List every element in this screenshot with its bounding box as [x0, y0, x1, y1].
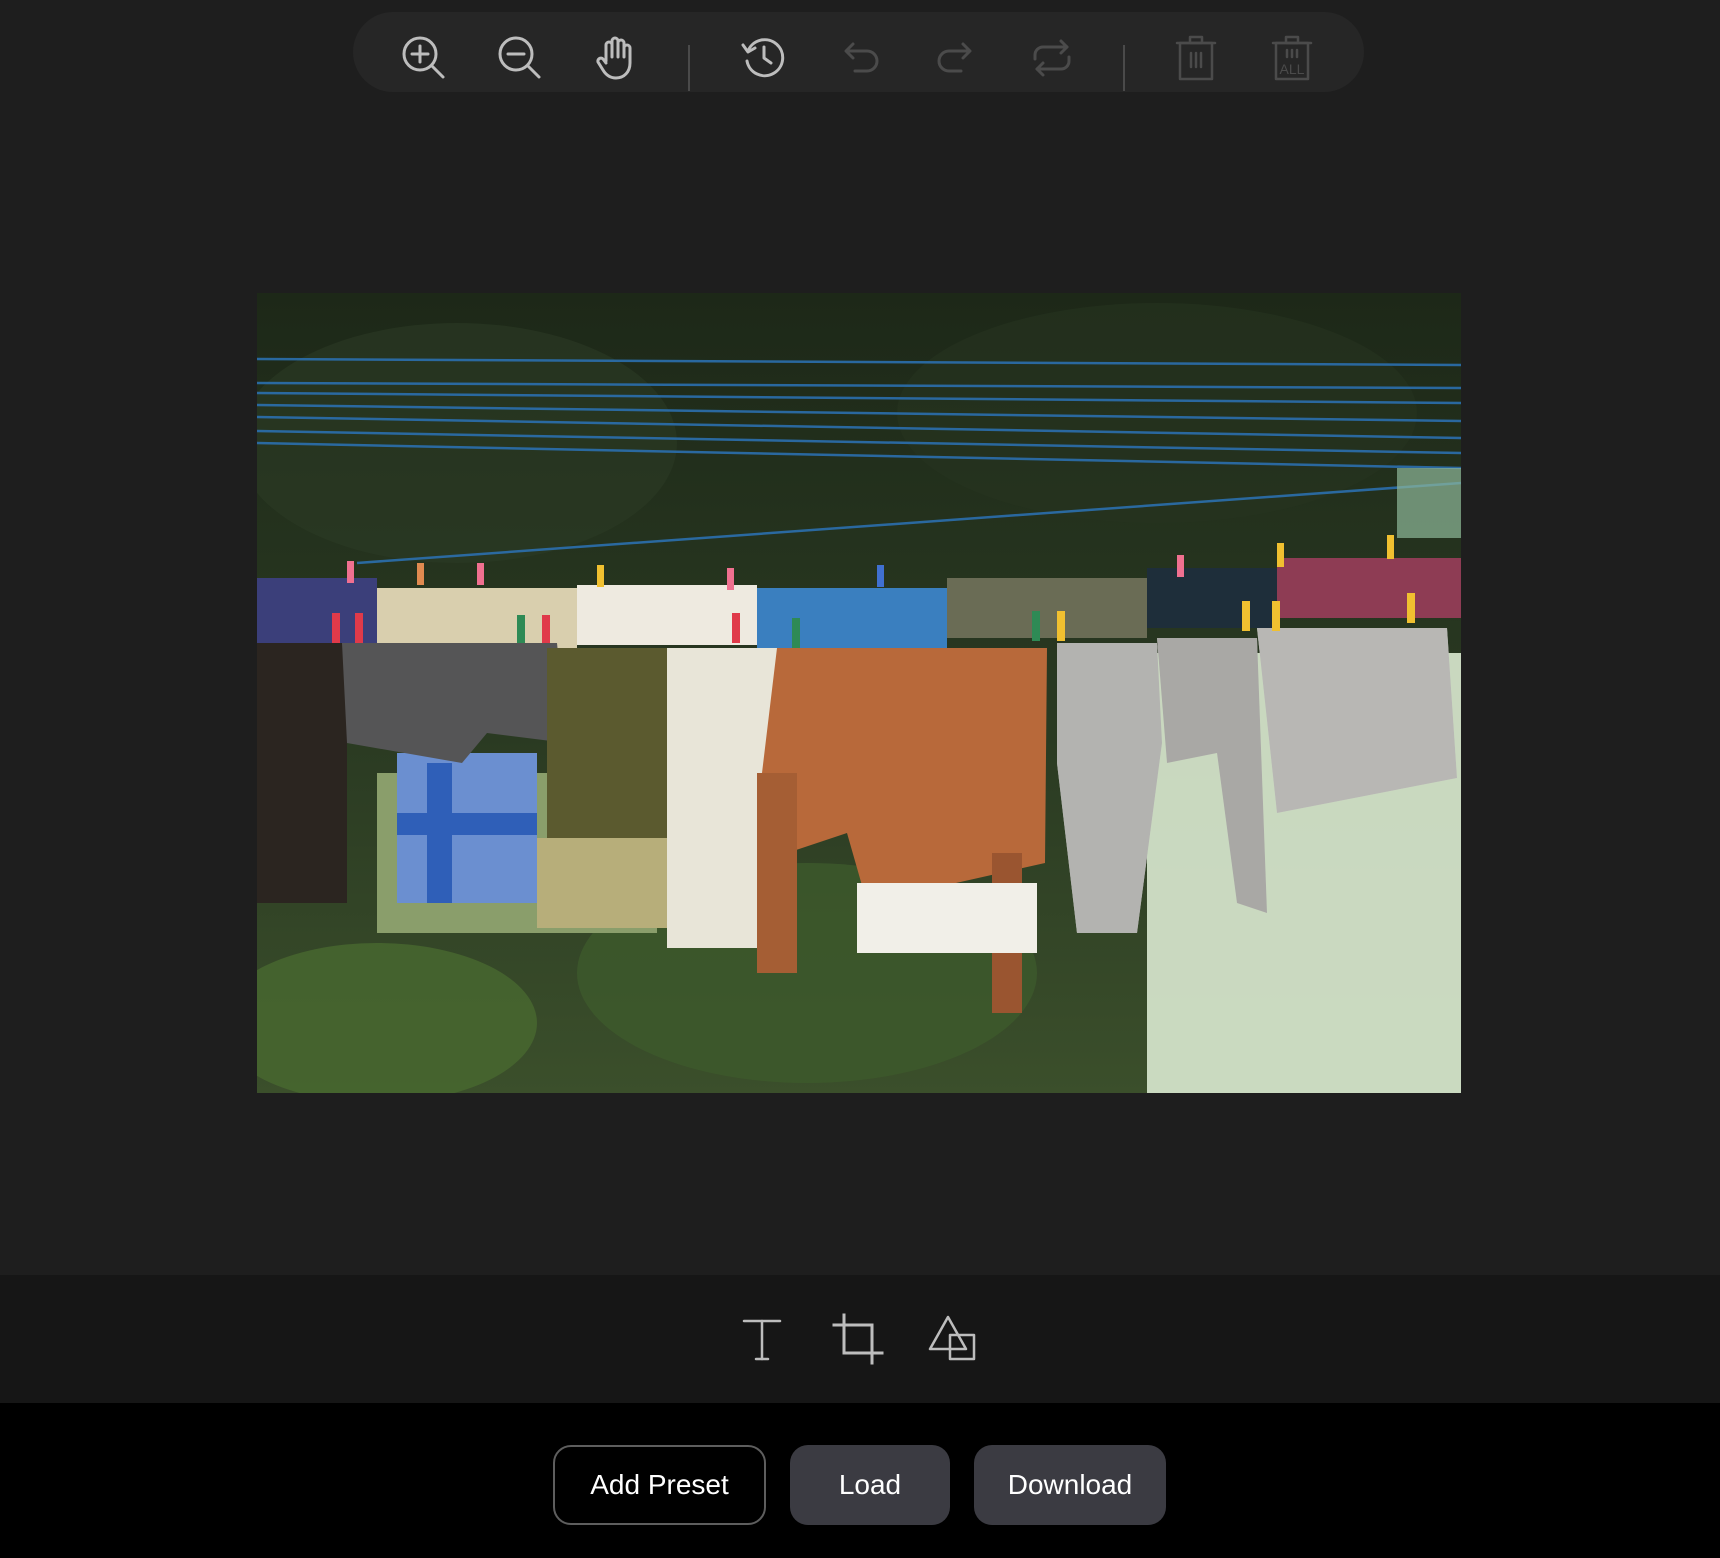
tool-selection-bar	[0, 1275, 1720, 1403]
redo-button[interactable]	[930, 32, 982, 84]
pan-button[interactable]	[590, 32, 642, 84]
delete-button[interactable]	[1170, 32, 1222, 84]
shape-icon	[928, 1315, 976, 1361]
add-preset-button[interactable]: Add Preset	[553, 1445, 766, 1525]
delete-all-button[interactable]: ALL	[1266, 32, 1318, 84]
zoom-in-icon	[402, 36, 445, 79]
undo-button[interactable]	[834, 32, 886, 84]
load-button[interactable]: Load	[790, 1445, 950, 1525]
laundry-photo	[257, 293, 1461, 1093]
history-icon	[741, 38, 785, 78]
zoom-in-button[interactable]	[398, 32, 450, 84]
shape-tool-button[interactable]	[925, 1310, 983, 1368]
hand-icon	[596, 36, 632, 80]
zoom-out-button[interactable]	[494, 32, 546, 84]
crop-icon	[832, 1313, 884, 1365]
text-icon	[742, 1319, 782, 1361]
toolbar-divider	[1123, 45, 1125, 91]
reset-button[interactable]	[1026, 32, 1078, 84]
delete-all-icon: ALL	[1271, 35, 1313, 81]
canvas-area[interactable]	[0, 92, 1720, 1275]
footer-actions: Add Preset Load Download	[0, 1403, 1720, 1558]
toolbar-divider	[688, 45, 690, 91]
editable-photo[interactable]	[257, 293, 1461, 1093]
text-tool-button[interactable]	[733, 1310, 791, 1368]
download-button[interactable]: Download	[974, 1445, 1166, 1525]
undo-icon	[844, 42, 879, 73]
crop-tool-button[interactable]	[829, 1310, 887, 1368]
delete-icon	[1175, 35, 1217, 81]
zoom-out-icon	[498, 36, 541, 79]
delete-all-text: ALL	[1280, 61, 1305, 77]
reset-icon	[1033, 39, 1071, 77]
redo-icon	[937, 42, 972, 73]
history-button[interactable]	[738, 32, 790, 84]
editor-toolbar: ALL	[353, 12, 1364, 92]
